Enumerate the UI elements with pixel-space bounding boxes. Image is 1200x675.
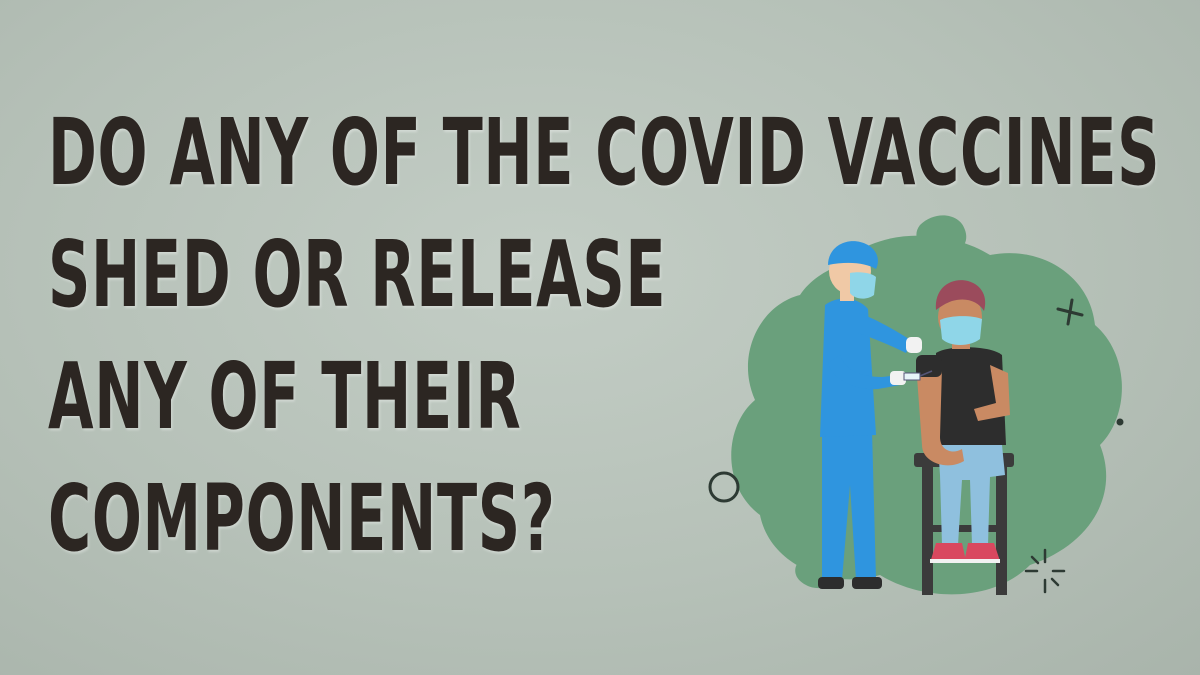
ring-decoration-icon — [708, 471, 740, 503]
headline-line-4: COMPONENTS? — [48, 465, 556, 572]
thumbnail: { "headline": { "lines": [ "DO ANY OF TH… — [0, 0, 1200, 675]
dot-decoration-icon — [1116, 418, 1124, 426]
headline-line-3: ANY OF THEIR — [48, 343, 522, 450]
sparkle-decoration-icon — [1024, 548, 1066, 594]
headline-line-2: SHED OR RELEASE — [48, 221, 667, 328]
vaccination-svg — [708, 215, 1124, 595]
headline-line-1: DO ANY OF THE COVID VACCINES — [48, 99, 1161, 206]
vaccination-illustration — [690, 205, 1190, 615]
